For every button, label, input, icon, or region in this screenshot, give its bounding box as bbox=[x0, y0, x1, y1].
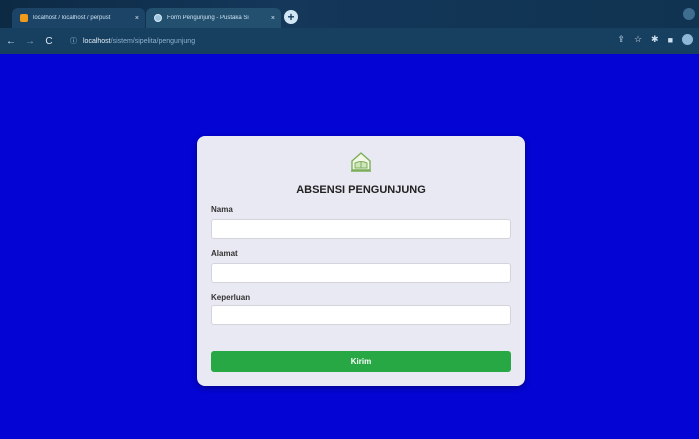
tab-phpmyadmin[interactable]: localhost / localhost / perpust × bbox=[12, 8, 145, 28]
kirim-button[interactable]: Kirim bbox=[211, 351, 511, 372]
tab-label: localhost / localhost / perpust bbox=[33, 15, 111, 21]
url-path: /sistem/sipelita/pengunjung bbox=[110, 37, 196, 45]
globe-icon bbox=[154, 14, 162, 22]
back-arrow-icon[interactable]: ← bbox=[3, 36, 19, 47]
tab-form-pengunjung[interactable]: Form Pengunjung - Pustaka Si × bbox=[146, 8, 281, 28]
tab-label: Form Pengunjung - Pustaka Si bbox=[167, 15, 249, 21]
keperluan-input[interactable] bbox=[211, 305, 511, 325]
alamat-label: Alamat bbox=[211, 249, 238, 258]
nama-label: Nama bbox=[211, 205, 233, 214]
window-control-icon[interactable] bbox=[683, 8, 695, 20]
site-info-icon[interactable]: ⓘ bbox=[70, 36, 77, 46]
tab-strip: localhost / localhost / perpust × Form P… bbox=[0, 0, 699, 28]
page-content: ABSENSI PENGUNJUNG Nama Alamat Keperluan… bbox=[0, 54, 699, 439]
reload-icon[interactable]: C bbox=[41, 36, 57, 47]
keperluan-label: Keperluan bbox=[211, 293, 251, 302]
new-tab-button[interactable]: + bbox=[284, 10, 298, 24]
address-toolbar: ← → C ⓘ localhost /sistem/sipelita/pengu… bbox=[0, 28, 699, 54]
sidepanel-icon[interactable]: ■ bbox=[668, 35, 673, 45]
extensions-icon[interactable]: ✱ bbox=[651, 34, 659, 45]
form-title: ABSENSI PENGUNJUNG bbox=[296, 184, 426, 196]
url-bar[interactable]: ⓘ localhost /sistem/sipelita/pengunjung bbox=[70, 33, 590, 49]
nama-input[interactable] bbox=[211, 219, 511, 239]
close-icon[interactable]: × bbox=[135, 15, 139, 22]
library-home-icon bbox=[351, 152, 371, 172]
bookmark-star-icon[interactable]: ☆ bbox=[634, 34, 642, 45]
toolbar-actions: ⇪ ☆ ✱ ■ bbox=[617, 34, 693, 45]
profile-avatar-icon[interactable] bbox=[682, 34, 693, 45]
url-host: localhost bbox=[83, 37, 111, 45]
share-icon[interactable]: ⇪ bbox=[617, 34, 625, 45]
browser-window: localhost / localhost / perpust × Form P… bbox=[0, 0, 699, 439]
close-icon[interactable]: × bbox=[271, 15, 275, 22]
forward-arrow-icon[interactable]: → bbox=[22, 36, 38, 47]
phpmyadmin-icon bbox=[20, 14, 28, 22]
visitor-form-card: ABSENSI PENGUNJUNG Nama Alamat Keperluan… bbox=[197, 136, 525, 386]
alamat-input[interactable] bbox=[211, 263, 511, 283]
